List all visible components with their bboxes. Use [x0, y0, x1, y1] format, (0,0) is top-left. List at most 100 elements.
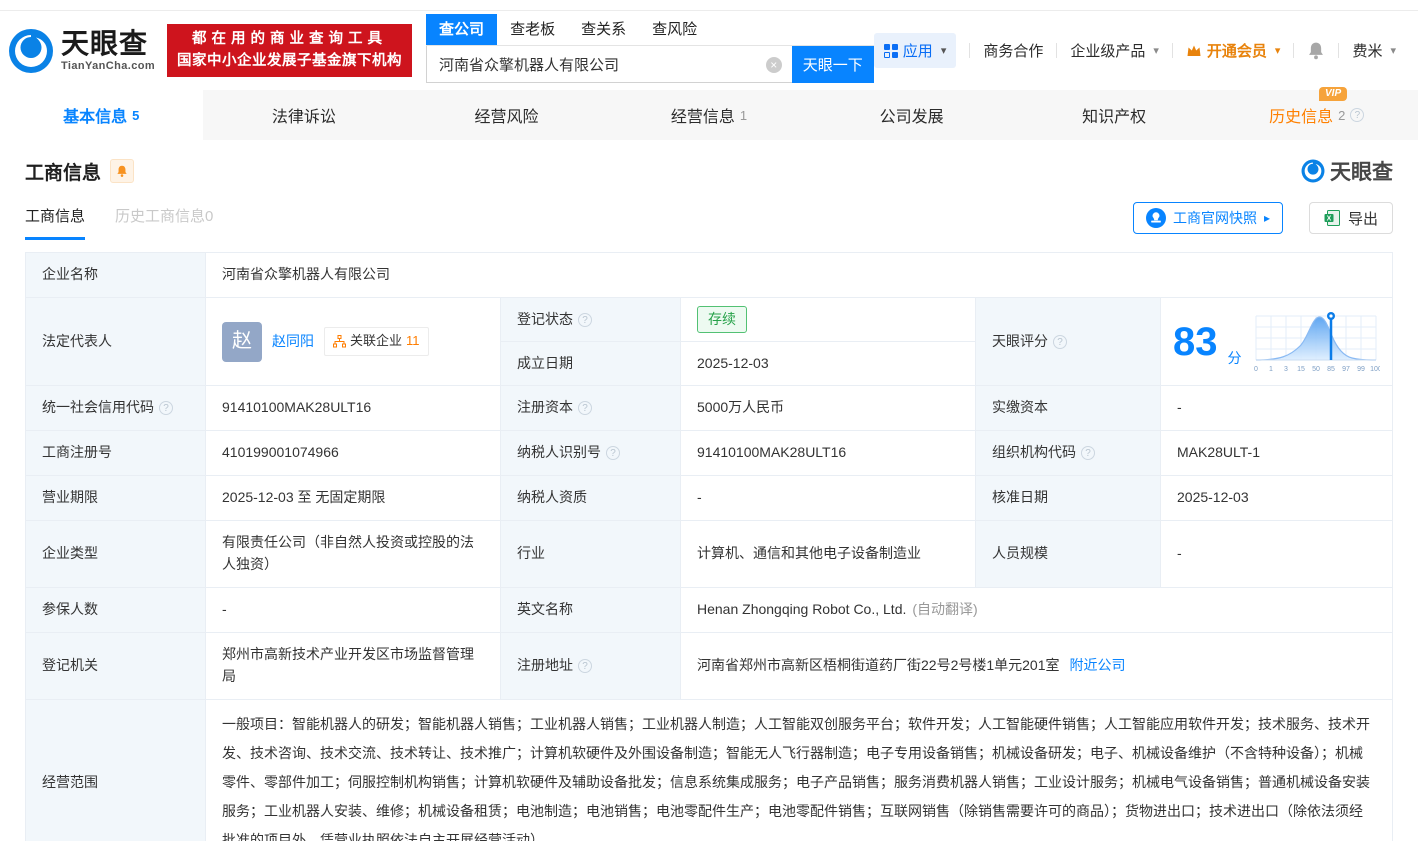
field-value-business-term: 2025-12-03 至 无固定期限 — [206, 476, 501, 521]
watermark-text: 天眼查 — [1330, 156, 1393, 186]
tab-intellectual-property[interactable]: 知识产权 — [1013, 90, 1216, 140]
reg-capital-help-icon[interactable] — [578, 401, 592, 415]
tab-operation-count: 1 — [740, 108, 747, 123]
taxpayer-id-help-icon[interactable] — [606, 446, 620, 460]
related-companies-count: 11 — [406, 331, 420, 351]
promo-line1: 都在用的商业查询工具 — [177, 29, 402, 51]
field-value-org-code: MAK28ULT-1 — [1161, 431, 1393, 476]
org-chart-icon — [333, 335, 346, 348]
tab-history-count: 2 — [1338, 108, 1345, 123]
vip-badge: VIP — [1319, 87, 1347, 101]
history-help-icon[interactable] — [1350, 108, 1364, 122]
nav-divider — [969, 43, 970, 58]
svg-text:85: 85 — [1327, 366, 1335, 373]
nav-divider — [1338, 43, 1339, 58]
field-value-reg-number: 410199001074966 — [206, 431, 501, 476]
nearby-companies-link[interactable]: 附近公司 — [1070, 657, 1126, 673]
search-input[interactable] — [426, 46, 792, 83]
tab-risk-label: 经营风险 — [474, 103, 538, 127]
search-tab-boss[interactable]: 查老板 — [497, 14, 568, 45]
export-button-label: 导出 — [1348, 208, 1378, 229]
field-label-establish-date: 成立日期 — [501, 342, 681, 386]
tianyancha-logo[interactable]: 天眼查 TianYanCha.com — [8, 28, 155, 74]
reg-address-help-icon[interactable] — [578, 659, 592, 673]
field-label-legal-rep: 法定代表人 — [26, 298, 206, 386]
field-value-reg-status: 存续 — [681, 298, 976, 342]
tab-development-label: 公司发展 — [880, 103, 944, 127]
reg-status-help-icon[interactable] — [578, 313, 592, 327]
tianyancha-logo-icon — [8, 28, 54, 74]
nav-enterprise-label: 企业级产品 — [1070, 40, 1145, 61]
field-value-credit-code: 91410100MAK28ULT16 — [206, 386, 501, 431]
search-tab-risk[interactable]: 查风险 — [639, 14, 710, 45]
business-info-table: 企业名称 河南省众擎机器人有限公司 法定代表人 赵 赵同阳 关联企 — [25, 252, 1393, 841]
page-top-divider — [0, 0, 1418, 11]
svg-text:97: 97 — [1342, 366, 1350, 373]
nav-apps[interactable]: 应用 — [874, 33, 957, 68]
tab-basic-info[interactable]: 基本信息 5 — [0, 90, 203, 140]
notification-bell-icon[interactable] — [1307, 41, 1325, 60]
field-label-reg-authority: 登记机关 — [26, 633, 206, 700]
nav-cooperation[interactable]: 商务合作 — [983, 40, 1043, 61]
svg-text:99: 99 — [1357, 366, 1365, 373]
nav-username: 费米 — [1352, 40, 1382, 61]
field-value-reg-authority: 郑州市高新技术产业开发区市场监督管理局 — [206, 633, 501, 700]
auto-translate-note: (自动翻译) — [912, 601, 977, 617]
legal-rep-name-link[interactable]: 赵同阳 — [272, 331, 314, 353]
svg-text:15: 15 — [1297, 366, 1305, 373]
promo-banner: 都在用的商业查询工具 国家中小企业发展子基金旗下机构 — [167, 24, 412, 78]
tab-operation-info[interactable]: 经营信息 1 — [608, 90, 811, 140]
tab-basic-info-label: 基本信息 — [63, 103, 127, 127]
field-label-paid-capital: 实缴资本 — [976, 386, 1161, 431]
export-button[interactable]: X 导出 — [1309, 202, 1393, 234]
tab-operation-label: 经营信息 — [671, 103, 735, 127]
content-area: 工商信息 天眼查 工商信息 历史工商信息0 — [0, 156, 1418, 841]
search-button[interactable]: 天眼一下 — [792, 46, 874, 83]
tab-history-info[interactable]: 历史信息 VIP 2 — [1215, 90, 1418, 140]
tab-legal-proceedings[interactable]: 法律诉讼 — [203, 90, 406, 140]
related-companies-label: 关联企业 — [350, 331, 402, 351]
tab-company-development[interactable]: 公司发展 — [810, 90, 1013, 140]
official-snapshot-button[interactable]: 工商官网快照 — [1133, 202, 1283, 234]
field-label-taxpayer-quality: 纳税人资质 — [501, 476, 681, 521]
related-companies-badge[interactable]: 关联企业 11 — [324, 327, 429, 355]
subscribe-bell-button[interactable] — [110, 159, 134, 183]
tab-legal-label: 法律诉讼 — [272, 103, 336, 127]
nav-vip-label: 开通会员 — [1207, 40, 1267, 61]
score-help-icon[interactable] — [1053, 335, 1067, 349]
nav-enterprise-products[interactable]: 企业级产品 — [1070, 40, 1159, 61]
tab-ip-label: 知识产权 — [1082, 103, 1146, 127]
brand-domain: TianYanCha.com — [61, 61, 155, 72]
svg-text:50: 50 — [1312, 366, 1320, 373]
org-code-help-icon[interactable] — [1081, 446, 1095, 460]
field-label-taxpayer-id: 纳税人识别号 — [501, 431, 681, 476]
nav-divider — [1056, 43, 1057, 58]
subtab-history-business-info[interactable]: 历史工商信息0 — [115, 205, 213, 240]
score-distribution-chart: 0 1 3 15 50 85 97 99 100 — [1252, 310, 1380, 374]
field-value-taxpayer-quality: - — [681, 476, 976, 521]
orange-bell-icon — [116, 164, 128, 178]
nav-user[interactable]: 费米 — [1352, 40, 1396, 61]
subtab-business-info[interactable]: 工商信息 — [25, 205, 85, 240]
svg-text:0: 0 — [1254, 366, 1258, 373]
field-label-insured-count: 参保人数 — [26, 588, 206, 633]
clear-search-icon[interactable] — [766, 57, 782, 73]
field-label-reg-status: 登记状态 — [501, 298, 681, 342]
field-value-establish-date: 2025-12-03 — [681, 342, 976, 386]
snapshot-button-label: 工商官网快照 — [1173, 208, 1257, 228]
nav-divider — [1172, 43, 1173, 58]
watermark-logo-icon — [1301, 159, 1325, 183]
field-value-paid-capital: - — [1161, 386, 1393, 431]
field-label-credit-code: 统一社会信用代码 — [26, 386, 206, 431]
search-tabs: 查公司 查老板 查关系 查风险 — [426, 14, 874, 46]
site-header: 天眼查 TianYanCha.com 都在用的商业查询工具 国家中小企业发展子基… — [0, 11, 1418, 90]
field-label-staff-size: 人员规模 — [976, 521, 1161, 588]
search-tab-company[interactable]: 查公司 — [426, 14, 497, 45]
tab-operation-risk[interactable]: 经营风险 — [405, 90, 608, 140]
nav-open-vip[interactable]: 开通会员 — [1186, 40, 1281, 61]
field-label-tyc-score: 天眼评分 — [976, 298, 1161, 386]
svg-text:100: 100 — [1370, 366, 1380, 373]
search-tab-relation[interactable]: 查关系 — [568, 14, 639, 45]
legal-rep-avatar[interactable]: 赵 — [222, 322, 262, 362]
credit-code-help-icon[interactable] — [159, 401, 173, 415]
